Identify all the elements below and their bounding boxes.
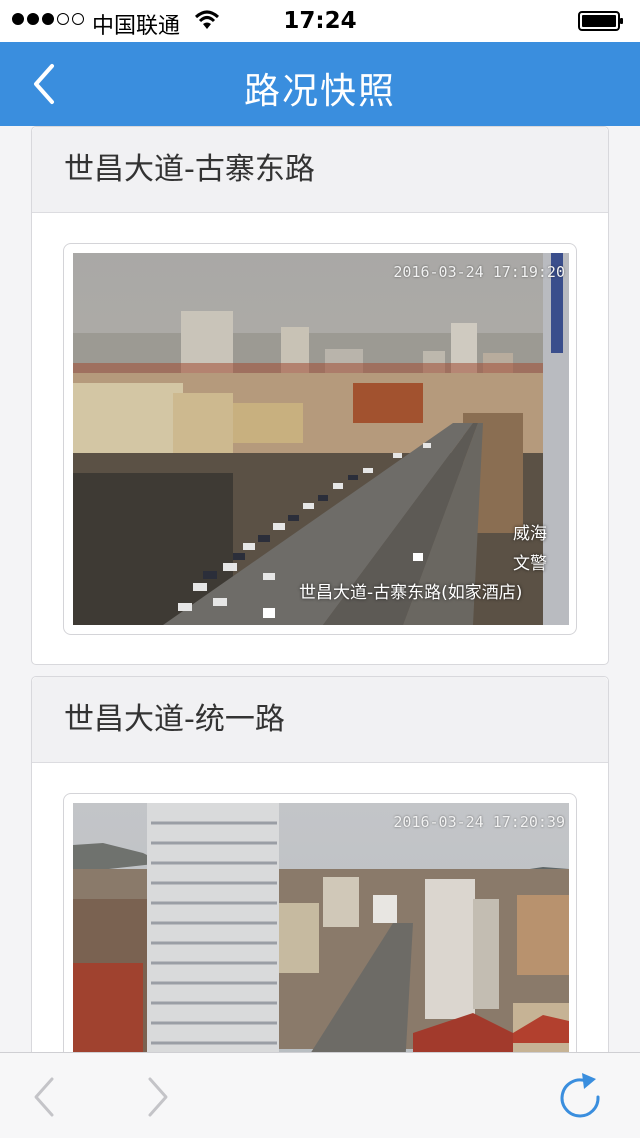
snapshot-frame: 2016-03-24 17:20:39 xyxy=(63,793,577,1052)
camera-timestamp: 2016-03-24 17:20:39 xyxy=(393,813,565,831)
camera-timestamp: 2016-03-24 17:19:20 xyxy=(393,263,565,281)
refresh-icon xyxy=(560,1073,600,1118)
back-arrow-button[interactable] xyxy=(24,1075,64,1119)
refresh-button[interactable] xyxy=(556,1071,604,1121)
battery-icon xyxy=(578,11,623,31)
clock: 17:24 xyxy=(283,8,357,34)
traffic-photo xyxy=(73,803,569,1052)
camera-location-overlay: 世昌大道-古寨东路(如家酒店) xyxy=(299,583,523,603)
status-bar: 中国联通 17:24 xyxy=(0,0,640,42)
camera-card[interactable]: 世昌大道-古寨东路 2016-03-24 17:19:20 威海 文警 世昌大道… xyxy=(31,126,609,665)
page-title: 路况快照 xyxy=(243,71,396,112)
app-screen: 中国联通 17:24 路况快照 世昌大道-古寨东路 2016-03-24 17:… xyxy=(0,0,640,1138)
traffic-photo xyxy=(73,253,569,625)
camera-brand-line2: 文警 xyxy=(513,554,547,574)
snapshot-frame: 2016-03-24 17:19:20 威海 文警 世昌大道-古寨东路(如家酒店… xyxy=(63,243,577,635)
camera-title: 世昌大道-统一路 xyxy=(32,677,608,763)
forward-arrow-button[interactable] xyxy=(138,1075,178,1119)
back-arrow-icon xyxy=(34,1077,54,1117)
snapshot-list[interactable]: 世昌大道-古寨东路 2016-03-24 17:19:20 威海 文警 世昌大道… xyxy=(0,126,640,1052)
traffic-snapshot-image[interactable]: 2016-03-24 17:19:20 威海 文警 世昌大道-古寨东路(如家酒店… xyxy=(73,253,569,625)
bottom-toolbar xyxy=(0,1052,640,1138)
forward-arrow-icon xyxy=(148,1077,168,1117)
camera-title: 世昌大道-古寨东路 xyxy=(32,127,608,213)
camera-brand-line1: 威海 xyxy=(513,524,547,544)
navigation-bar: 路况快照 xyxy=(0,42,640,126)
camera-card[interactable]: 世昌大道-统一路 2016-03-24 17:20:39 xyxy=(31,676,609,1052)
traffic-snapshot-image[interactable]: 2016-03-24 17:20:39 xyxy=(73,803,569,1052)
